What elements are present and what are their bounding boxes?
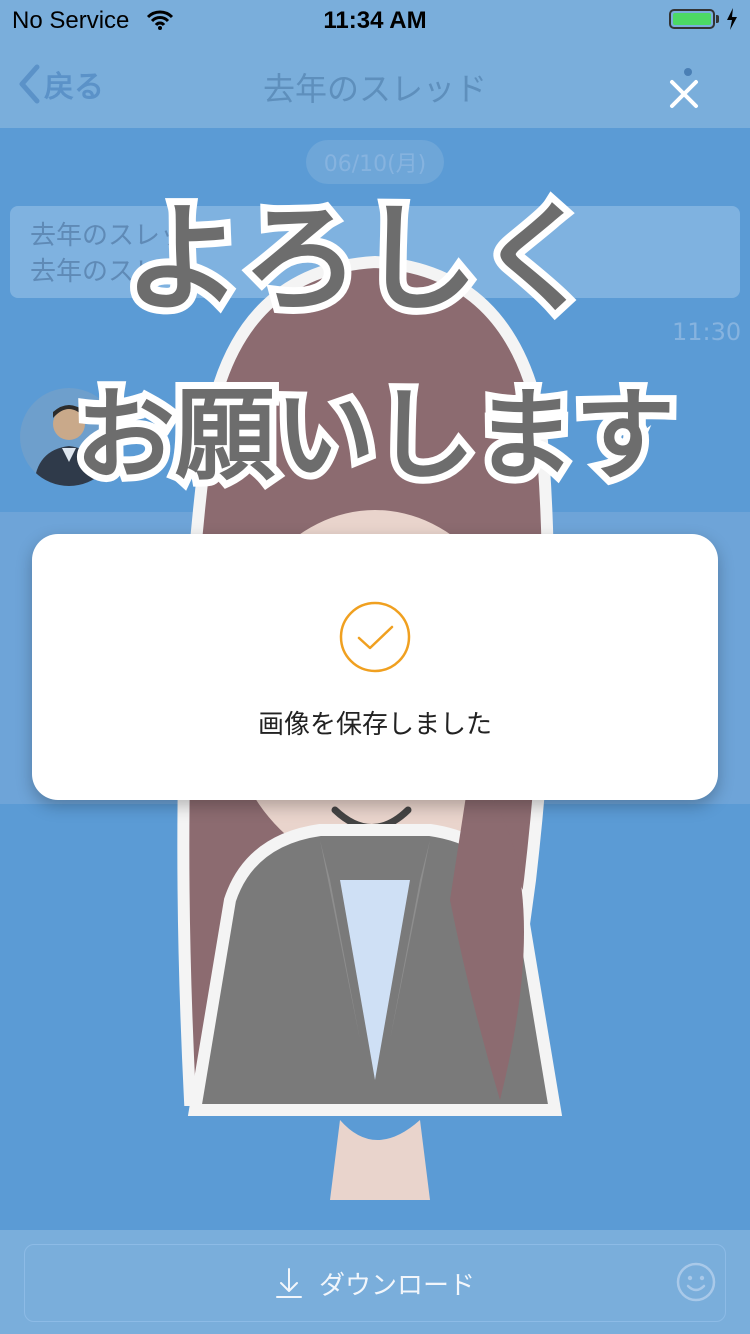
- battery-icon: [669, 9, 715, 29]
- battery-cap: [716, 15, 719, 23]
- toast-message: 画像を保存しました: [257, 710, 492, 740]
- charging-bolt-icon: [727, 8, 737, 30]
- sticker-text-line1: よろしく: [124, 190, 596, 328]
- bottom-bar: ダウンロード: [0, 1230, 750, 1334]
- nav-bar: 戻る 去年のスレッド: [0, 40, 750, 128]
- sticker-text-line2: お願いします: [75, 377, 675, 494]
- download-icon: [275, 1268, 302, 1298]
- status-time: 11:34 AM: [323, 7, 427, 34]
- page-title: 去年のスレッド: [262, 70, 487, 108]
- status-bar: No Service 11:34 AM: [0, 0, 750, 40]
- download-button[interactable]: ダウンロード: [24, 1244, 726, 1322]
- close-icon[interactable]: [662, 72, 706, 116]
- check-circle-icon: [339, 601, 411, 673]
- smiley-icon[interactable]: [676, 1262, 716, 1302]
- save-success-toast: 画像を保存しました: [32, 534, 718, 800]
- download-label: ダウンロード: [318, 1270, 475, 1301]
